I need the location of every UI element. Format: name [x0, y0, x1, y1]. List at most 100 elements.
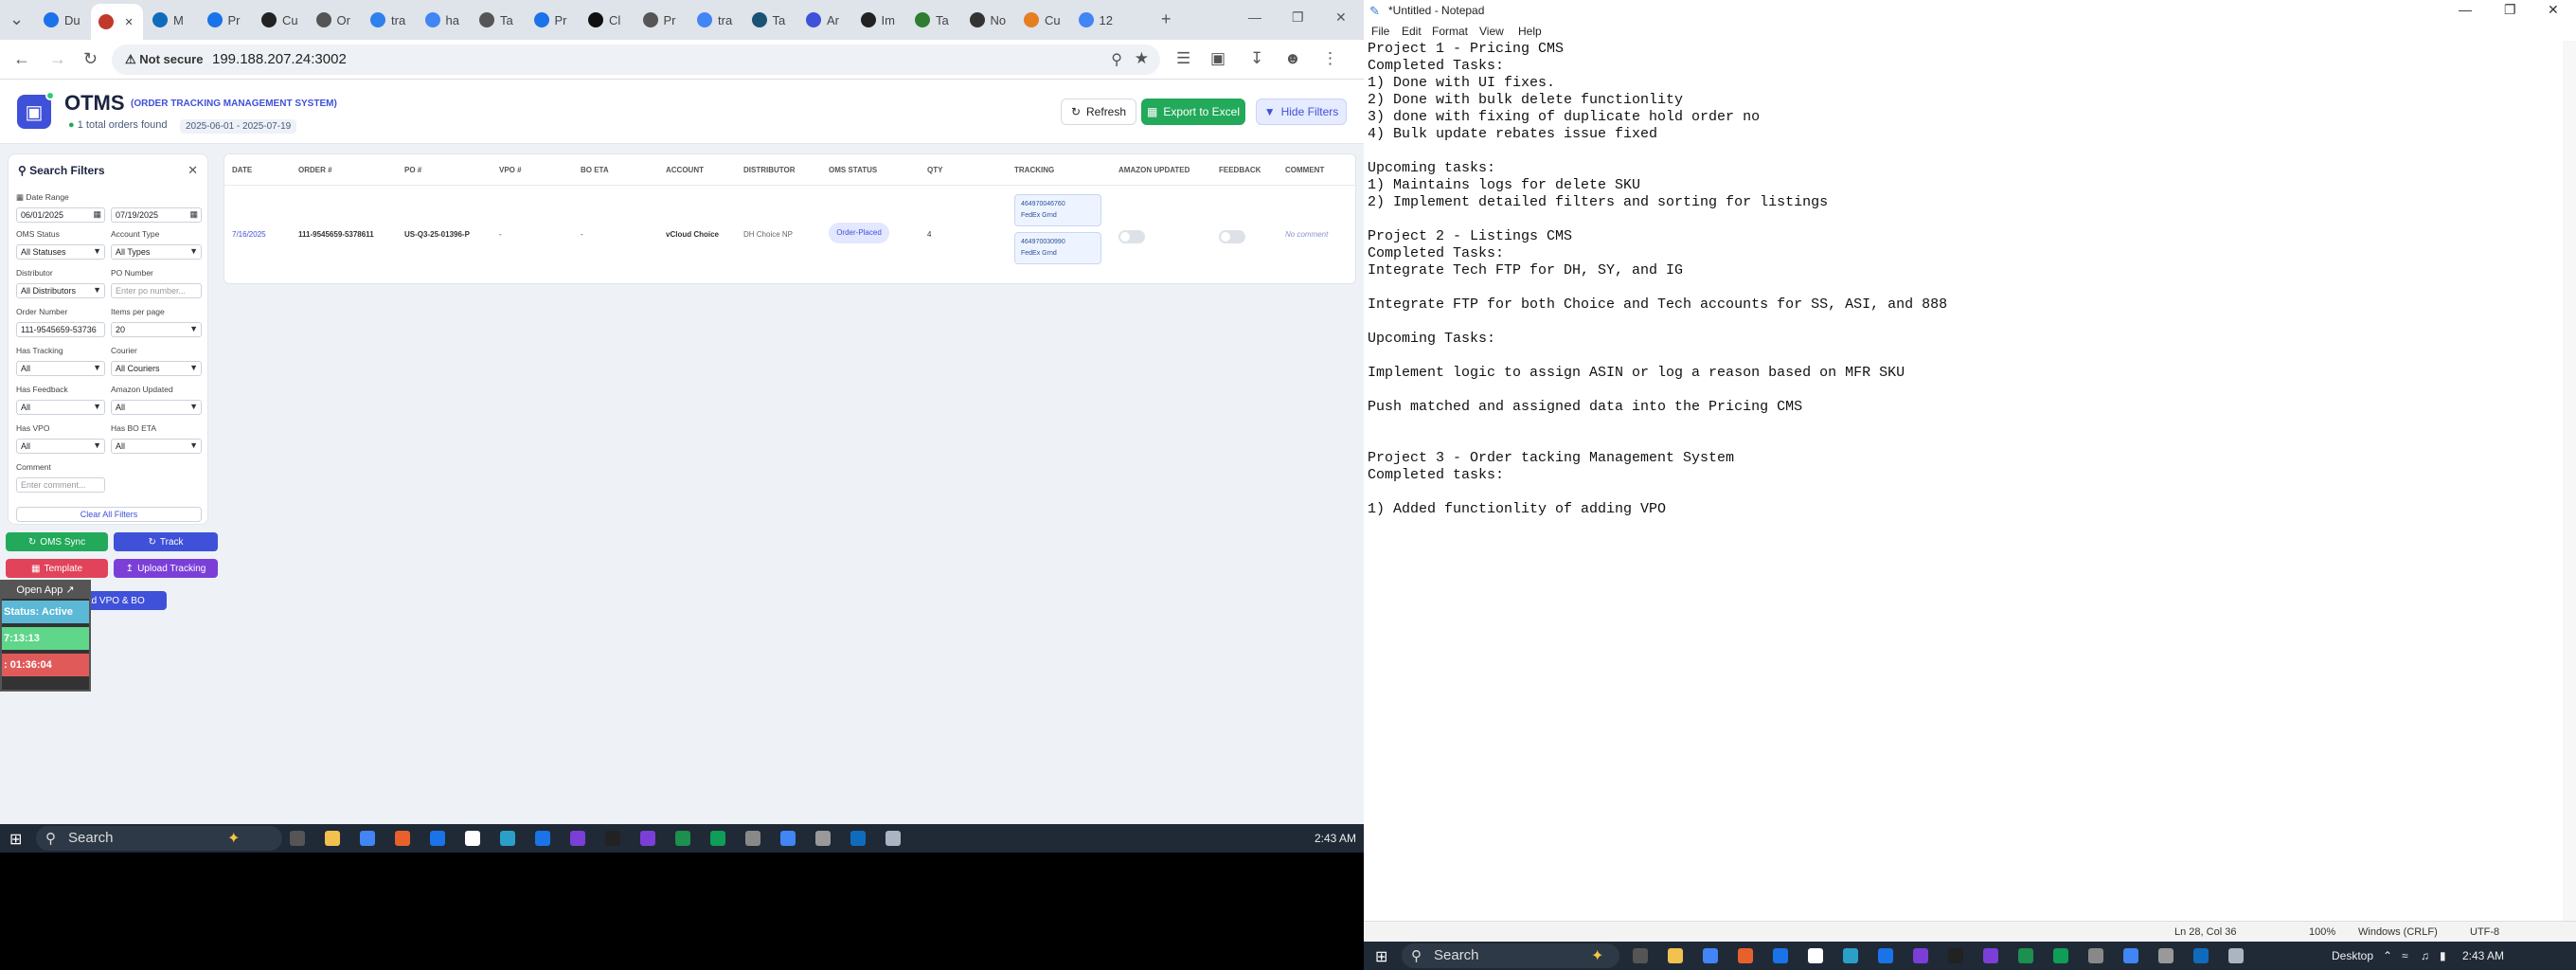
taskbar-app-icon[interactable] [605, 831, 620, 846]
taskbar-app-icon[interactable] [1633, 948, 1648, 963]
taskbar-app-icon[interactable] [675, 831, 690, 846]
menu-format[interactable]: Format [1432, 25, 1468, 38]
column-header[interactable]: COMMENT [1285, 166, 1324, 174]
taskbar-app-icon[interactable] [430, 831, 445, 846]
taskbar-app-icon[interactable] [745, 831, 760, 846]
order-number-input[interactable]: 111-9545659-53736 [16, 322, 105, 337]
taskbar-app-icon[interactable] [1913, 948, 1928, 963]
date-to-input[interactable]: 07/19/2025 ▦ [111, 207, 202, 223]
menu-file[interactable]: File [1371, 25, 1389, 38]
cell-order[interactable]: 111-9545659-5378611 [298, 230, 374, 239]
column-header[interactable]: OMS STATUS [829, 166, 877, 174]
taskbar-app-icon[interactable] [1948, 948, 1963, 963]
column-header[interactable]: TRACKING [1014, 166, 1054, 174]
puzzle-icon[interactable]: ▣ [1210, 49, 1225, 68]
close-filters-icon[interactable]: ✕ [188, 163, 198, 178]
column-header[interactable]: VPO # [499, 166, 522, 174]
column-header[interactable]: QTY [927, 166, 942, 174]
browser-tab[interactable]: No [962, 6, 1015, 34]
browser-tab[interactable]: Cl [581, 6, 634, 34]
taskbar-app-icon[interactable] [325, 831, 340, 846]
upload-tracking-button[interactable]: ↥ Upload Tracking [114, 559, 218, 578]
items-per-page-select[interactable]: 20 ▼ [111, 322, 202, 337]
amazon-updated-toggle[interactable] [1118, 230, 1145, 243]
taskbar-app-icon[interactable] [2228, 948, 2244, 963]
taskbar-app-icon[interactable] [2088, 948, 2103, 963]
column-header[interactable]: FEEDBACK [1219, 166, 1261, 174]
not-secure-indicator[interactable]: ⚠ Not secure [125, 52, 203, 67]
feedback-toggle[interactable] [1219, 230, 1245, 243]
new-tab-button[interactable]: + [1161, 9, 1172, 29]
taskbar-app-icon[interactable] [1808, 948, 1823, 963]
browser-tab[interactable]: Ar [798, 6, 851, 34]
taskbar-app-icon[interactable] [640, 831, 655, 846]
oms-sync-button[interactable]: ↻ OMS Sync [6, 532, 108, 551]
extensions-bar-icon[interactable]: ☰ [1176, 49, 1190, 68]
browser-tab[interactable]: ✕ [90, 4, 143, 40]
close-icon[interactable]: ✕ [1335, 9, 1347, 26]
close-icon[interactable]: ✕ [2548, 2, 2559, 18]
reload-icon[interactable]: ↻ [83, 49, 98, 69]
distributor-select[interactable]: All Distributors ▼ [16, 283, 105, 298]
desktop-label[interactable]: Desktop [2332, 949, 2373, 962]
browser-tab[interactable]: ha [418, 6, 471, 34]
taskbar-app-icon[interactable] [2158, 948, 2174, 963]
template-button[interactable]: ▦ Template [6, 559, 108, 578]
taskbar-app-icon[interactable] [780, 831, 796, 846]
column-header[interactable]: AMAZON UPDATED [1118, 166, 1190, 174]
open-app-button[interactable]: Open App ↗ [2, 582, 89, 599]
browser-tab[interactable]: Cu [1016, 6, 1069, 34]
browser-tab[interactable]: tra [363, 6, 416, 34]
clear-filters-button[interactable]: Clear All Filters [16, 507, 202, 522]
minimize-icon[interactable]: — [2459, 2, 2472, 17]
hide-filters-button[interactable]: ▼ Hide Filters [1256, 99, 1347, 125]
profile-icon[interactable]: ☻ [1284, 49, 1301, 68]
column-header[interactable]: BO ETA [581, 166, 609, 174]
browser-tab[interactable]: M [145, 6, 198, 34]
comment-input[interactable]: Enter comment... [16, 477, 105, 493]
menu-view[interactable]: View [1479, 25, 1504, 38]
amazon-updated-select[interactable]: All ▼ [111, 400, 202, 415]
column-header[interactable]: ORDER # [298, 166, 332, 174]
taskbar-app-icon[interactable] [2053, 948, 2068, 963]
taskbar-app-icon[interactable] [570, 831, 585, 846]
browser-tab[interactable]: Pr [527, 6, 580, 34]
browser-tab[interactable]: Cu [254, 6, 307, 34]
taskbar-app-icon[interactable] [710, 831, 725, 846]
vertical-scrollbar[interactable] [2563, 41, 2576, 921]
taskbar-app-icon[interactable] [2018, 948, 2033, 963]
windows-start-icon[interactable]: ⊞ [9, 830, 22, 849]
courier-select[interactable]: All Couriers ▼ [111, 361, 202, 376]
cell-vpo[interactable]: - [499, 230, 502, 239]
address-bar[interactable]: ⚠ Not secure 199.188.207.24:3002 ⚲ ★ [112, 45, 1160, 75]
column-header[interactable]: ACCOUNT [666, 166, 704, 174]
taskbar-app-icon[interactable] [290, 831, 305, 846]
taskbar-search[interactable]: Search [1402, 943, 1619, 968]
browser-tab[interactable]: Im [853, 6, 906, 34]
has-vpo-select[interactable]: All ▼ [16, 439, 105, 454]
taskbar-app-icon[interactable] [395, 831, 410, 846]
bookmark-star-icon[interactable]: ★ [1135, 49, 1149, 68]
has-tracking-select[interactable]: All ▼ [16, 361, 105, 376]
oms-status-select[interactable]: All Statuses ▼ [16, 244, 105, 260]
cell-bo-eta[interactable]: - [581, 230, 583, 239]
taskbar-app-icon[interactable] [1983, 948, 1998, 963]
browser-tab[interactable]: Du [36, 6, 89, 34]
url-text[interactable]: 199.188.207.24:3002 [212, 51, 347, 67]
taskbar-app-icon[interactable] [1738, 948, 1753, 963]
download-icon[interactable]: ↧ [1250, 49, 1263, 68]
taskbar-search[interactable]: Search [36, 826, 282, 851]
taskbar-app-icon[interactable] [500, 831, 515, 846]
taskbar-app-icon[interactable] [1703, 948, 1718, 963]
taskbar-app-icon[interactable] [815, 831, 831, 846]
browser-tab[interactable]: Or [309, 6, 362, 34]
close-tab-icon[interactable]: ✕ [125, 16, 134, 28]
wifi-icon[interactable]: ≈ [2402, 949, 2408, 962]
refresh-button[interactable]: ↻ Refresh [1061, 99, 1136, 125]
taskbar-app-icon[interactable] [465, 831, 480, 846]
column-header[interactable]: DISTRIBUTOR [743, 166, 796, 174]
forward-icon[interactable]: → [49, 49, 66, 69]
tab-search-icon[interactable]: ⌄ [9, 9, 24, 29]
taskbar-app-icon[interactable] [1843, 948, 1858, 963]
browser-tab[interactable]: Ta [744, 6, 797, 34]
